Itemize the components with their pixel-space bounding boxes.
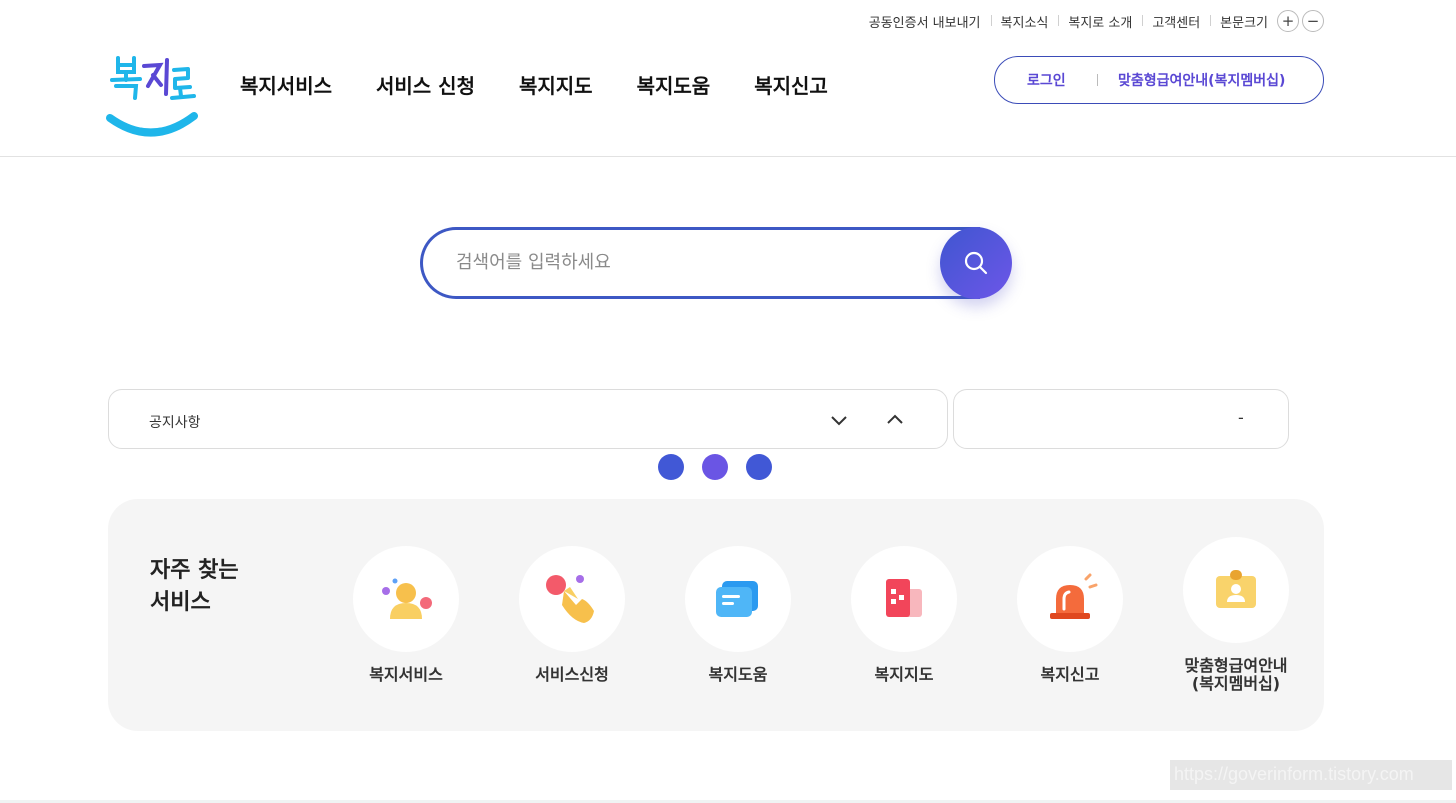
carousel-dot-3[interactable] xyxy=(746,454,772,480)
chevron-down-icon[interactable] xyxy=(829,410,849,430)
util-link-certificate-export[interactable]: 공동인증서 내보내기 xyxy=(859,12,991,31)
service-circle xyxy=(685,546,791,652)
service-label: 복지서비스 xyxy=(369,665,443,684)
map-building-icon xyxy=(886,579,922,617)
nav-welfare-help[interactable]: 복지도움 xyxy=(637,70,711,99)
bokjiro-logo[interactable] xyxy=(104,52,200,140)
service-label: 복지도움 xyxy=(708,665,768,684)
utility-bar: 공동인증서 내보내기 복지소식 복지로 소개 고객센터 본문크기 + − xyxy=(859,10,1324,32)
service-service-application[interactable]: 서비스신청 xyxy=(497,546,647,684)
siren-icon xyxy=(1050,573,1098,619)
util-link-customer-center[interactable]: 고객센터 xyxy=(1142,12,1210,31)
text-size-decrease-button[interactable]: − xyxy=(1302,10,1324,32)
search-bar xyxy=(420,227,1012,299)
nav-welfare-map[interactable]: 복지지도 xyxy=(519,70,593,99)
service-welfare-map[interactable]: 복지지도 xyxy=(829,546,979,684)
notice-label[interactable]: 공지사항 xyxy=(149,412,201,432)
util-link-about[interactable]: 복지로 소개 xyxy=(1058,12,1142,31)
service-label: 복지신고 xyxy=(1040,665,1100,684)
text-size-increase-button[interactable]: + xyxy=(1277,10,1299,32)
frequent-services-title: 자주 찾는 서비스 xyxy=(150,555,290,619)
title-line-1: 자주 찾는 xyxy=(150,558,239,583)
service-label: 서비스신청 xyxy=(535,665,609,684)
logo-icon xyxy=(106,56,198,137)
membership-button[interactable]: 맞춤형급여안내(복지멤버십) xyxy=(1118,70,1285,90)
util-link-news[interactable]: 복지소식 xyxy=(990,12,1059,31)
chevron-up-icon[interactable] xyxy=(885,410,905,430)
person-icon xyxy=(382,578,432,619)
chat-icon xyxy=(716,581,758,617)
service-circle xyxy=(519,546,625,652)
service-label: 복지지도 xyxy=(874,665,934,684)
main-nav: 복지서비스 서비스 신청 복지지도 복지도움 복지신고 xyxy=(240,70,872,99)
divider xyxy=(1097,74,1098,86)
search-icon xyxy=(964,251,988,275)
carousel-dots xyxy=(658,454,790,480)
notice-bar: 공지사항 xyxy=(108,389,948,449)
carousel-dot-2[interactable] xyxy=(702,454,728,480)
nav-welfare-service[interactable]: 복지서비스 xyxy=(240,70,332,99)
login-button[interactable]: 로그인 xyxy=(995,70,1097,90)
service-circle xyxy=(353,546,459,652)
service-label: 맞춤형급여안내 (복지멤버십) xyxy=(1184,656,1288,693)
search-input[interactable] xyxy=(456,247,926,277)
frequent-services-panel: 자주 찾는 서비스 복지서비스 서비스신청 복지도움 복지지도 복지신고 맞춤형… xyxy=(108,499,1324,731)
notice-side-panel: - xyxy=(953,389,1289,449)
login-membership-box: 로그인 맞춤형급여안내(복지멤버십) xyxy=(994,56,1324,104)
site-header: 복지서비스 서비스 신청 복지지도 복지도움 복지신고 로그인 맞춤형급여안내(… xyxy=(0,40,1456,157)
search-button[interactable] xyxy=(940,227,1012,299)
service-circle xyxy=(851,546,957,652)
service-welfare-report[interactable]: 복지신고 xyxy=(995,546,1145,684)
carousel-dot-1[interactable] xyxy=(658,454,684,480)
service-membership[interactable]: 맞춤형급여안내 (복지멤버십) xyxy=(1161,537,1311,693)
nav-service-application[interactable]: 서비스 신청 xyxy=(376,70,475,99)
hand-pointer-icon xyxy=(546,575,594,623)
service-welfare-service[interactable]: 복지서비스 xyxy=(331,546,481,684)
service-welfare-help[interactable]: 복지도움 xyxy=(663,546,813,684)
service-circle xyxy=(1183,537,1289,643)
title-line-2: 서비스 xyxy=(150,590,211,615)
side-panel-text: - xyxy=(1238,408,1244,427)
service-circle xyxy=(1017,546,1123,652)
watermark: https://goverinform.tistory.com xyxy=(1170,760,1452,790)
nav-welfare-report[interactable]: 복지신고 xyxy=(754,70,828,99)
id-badge-icon xyxy=(1216,570,1256,608)
text-size-label: 본문크기 xyxy=(1210,12,1274,31)
